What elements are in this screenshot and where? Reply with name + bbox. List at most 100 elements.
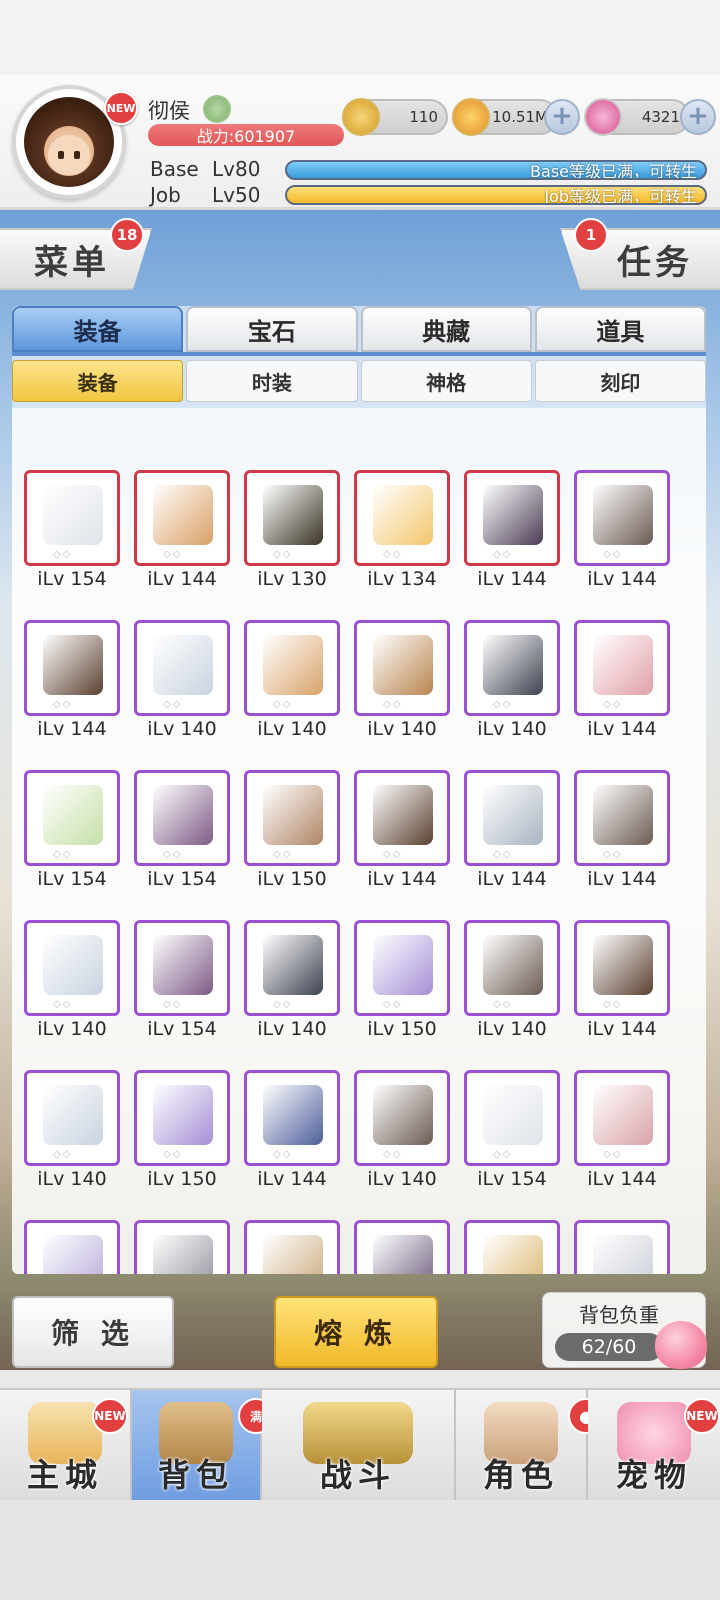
item-slot[interactable]: ◇◇ bbox=[464, 1220, 560, 1274]
socket-dots-icon: ◇◇ bbox=[163, 999, 183, 1010]
base-level: Lv80 bbox=[212, 157, 261, 181]
item-slot[interactable]: ◇◇ bbox=[464, 620, 560, 716]
nav-backpack[interactable]: 背包 满 bbox=[132, 1390, 274, 1502]
item-level: iLv 140 bbox=[367, 1168, 437, 1190]
socket-dots-icon: ◇◇ bbox=[383, 549, 403, 560]
tab-gems[interactable]: 宝石 bbox=[186, 306, 358, 352]
item-level: iLv 150 bbox=[257, 868, 327, 890]
item-level: iLv 140 bbox=[147, 718, 217, 740]
item-slot[interactable]: ◇◇ bbox=[24, 1220, 120, 1274]
vip-icon[interactable] bbox=[203, 95, 231, 123]
partial-item-icon bbox=[153, 1235, 213, 1274]
item-slot[interactable]: ◇◇ bbox=[134, 470, 230, 566]
item-level: iLv 140 bbox=[37, 1168, 107, 1190]
item-level: iLv 130 bbox=[257, 568, 327, 590]
job-label: Job bbox=[150, 183, 181, 207]
item-list-area[interactable]: ◇◇ iLv 154 ◇◇ iLv 144 ◇◇ iLv 130 ◇◇ iLv 134 ◇◇ iL… bbox=[12, 408, 706, 1274]
item-slot[interactable]: ◇◇ bbox=[574, 920, 670, 1016]
subtab-engraving[interactable]: 刻印 bbox=[534, 360, 706, 402]
item-slot[interactable]: ◇◇ bbox=[574, 620, 670, 716]
item-slot[interactable]: ◇◇ bbox=[354, 1070, 450, 1166]
item-level: iLv 140 bbox=[477, 1018, 547, 1040]
item-slot[interactable]: ◇◇ bbox=[24, 620, 120, 716]
item-slot[interactable]: ◇◇ bbox=[24, 1070, 120, 1166]
filter-button[interactable]: 筛 选 bbox=[12, 1296, 174, 1368]
add-gem-button[interactable]: + bbox=[680, 99, 716, 135]
item-slot[interactable]: ◇◇ bbox=[354, 470, 450, 566]
item-level: iLv 144 bbox=[37, 718, 107, 740]
poring-icon bbox=[655, 1321, 707, 1369]
sub-tabs: 装备 时装 神格 刻印 bbox=[12, 360, 706, 404]
item-slot[interactable]: ◇◇ bbox=[24, 770, 120, 866]
socket-dots-icon: ◇◇ bbox=[383, 849, 403, 860]
nav-pet[interactable]: 宠物 NEW bbox=[588, 1390, 720, 1502]
avatar-portrait bbox=[24, 97, 114, 187]
socket-dots-icon: ◇◇ bbox=[53, 849, 73, 860]
item-level: iLv 144 bbox=[147, 568, 217, 590]
item-slot[interactable]: ◇◇ bbox=[244, 1070, 340, 1166]
item-slot[interactable]: ◇◇ bbox=[574, 470, 670, 566]
socket-dots-icon: ◇◇ bbox=[273, 1149, 293, 1160]
dark-axe-icon bbox=[483, 635, 543, 695]
battle-axe-icon bbox=[373, 785, 433, 845]
socket-dots-icon: ◇◇ bbox=[603, 849, 623, 860]
item-slot[interactable]: ◇◇ bbox=[134, 1070, 230, 1166]
item-slot[interactable]: ◇◇ bbox=[464, 920, 560, 1016]
item-slot[interactable]: ◇◇ bbox=[354, 620, 450, 716]
tab-items[interactable]: 道具 bbox=[534, 306, 706, 352]
item-level: iLv 144 bbox=[587, 718, 657, 740]
item-slot[interactable]: ◇◇ bbox=[574, 1220, 670, 1274]
currency-gold: 10.51M bbox=[452, 98, 558, 136]
socket-dots-icon: ◇◇ bbox=[603, 1149, 623, 1160]
subtab-equipment[interactable]: 装备 bbox=[12, 360, 184, 402]
partial-item-icon bbox=[373, 1235, 433, 1274]
item-slot[interactable]: ◇◇ bbox=[134, 770, 230, 866]
item-slot[interactable]: ◇◇ bbox=[244, 770, 340, 866]
currency-zeny: 110 bbox=[342, 98, 448, 136]
item-slot[interactable]: ◇◇ bbox=[24, 470, 120, 566]
add-gold-button[interactable]: + bbox=[544, 99, 580, 135]
partial-item-icon bbox=[593, 1235, 653, 1274]
subtab-divinity[interactable]: 神格 bbox=[360, 360, 532, 402]
tab-collection[interactable]: 典藏 bbox=[360, 306, 532, 352]
item-slot[interactable]: ◇◇ bbox=[24, 920, 120, 1016]
nav-battle[interactable]: 战斗 bbox=[262, 1390, 456, 1502]
item-slot[interactable]: ◇◇ bbox=[464, 770, 560, 866]
nav-main-city[interactable]: 主城 NEW bbox=[0, 1390, 132, 1502]
item-slot[interactable]: ◇◇ bbox=[464, 470, 560, 566]
item-slot[interactable]: ◇◇ bbox=[244, 920, 340, 1016]
task-label: 任务 bbox=[617, 242, 693, 283]
item-slot[interactable]: ◇◇ bbox=[244, 620, 340, 716]
item-slot[interactable]: ◇◇ bbox=[354, 920, 450, 1016]
nav-character[interactable]: 角色 ● bbox=[456, 1390, 604, 1502]
tab-equipment[interactable]: 装备 bbox=[12, 306, 184, 352]
job-exp-bar: Job等级已满，可转生 bbox=[285, 185, 707, 205]
brown-cape-icon bbox=[263, 785, 323, 845]
item-slot[interactable]: ◇◇ bbox=[574, 1070, 670, 1166]
item-slot[interactable]: ◇◇ bbox=[244, 1220, 340, 1274]
item-level: iLv 150 bbox=[367, 1018, 437, 1040]
hammer-staff-icon bbox=[373, 635, 433, 695]
item-slot[interactable]: ◇◇ bbox=[244, 470, 340, 566]
item-slot[interactable]: ◇◇ bbox=[464, 1070, 560, 1166]
white-boots-icon bbox=[483, 1085, 543, 1145]
subtab-fashion[interactable]: 时装 bbox=[186, 360, 358, 402]
pink-gem-icon bbox=[584, 98, 622, 136]
socket-dots-icon: ◇◇ bbox=[163, 699, 183, 710]
bag-weight-box[interactable]: 背包负重 62/60 bbox=[542, 1292, 707, 1369]
item-slot[interactable]: ◇◇ bbox=[134, 920, 230, 1016]
smelt-button[interactable]: 熔 炼 bbox=[274, 1296, 438, 1368]
socket-dots-icon: ◇◇ bbox=[383, 999, 403, 1010]
item-level: iLv 154 bbox=[147, 868, 217, 890]
item-slot[interactable]: ◇◇ bbox=[134, 1220, 230, 1274]
nav-character-label: 角色 bbox=[482, 1456, 559, 1494]
partial-item-icon bbox=[483, 1235, 543, 1274]
item-slot[interactable]: ◇◇ bbox=[354, 770, 450, 866]
item-slot[interactable]: ◇◇ bbox=[134, 620, 230, 716]
goggles-icon bbox=[593, 1085, 653, 1145]
item-slot[interactable]: ◇◇ bbox=[574, 770, 670, 866]
item-level: iLv 144 bbox=[367, 868, 437, 890]
item-slot[interactable]: ◇◇ bbox=[354, 1220, 450, 1274]
avatar-new-badge: NEW bbox=[104, 91, 138, 125]
purple-ribbon-icon bbox=[153, 935, 213, 995]
